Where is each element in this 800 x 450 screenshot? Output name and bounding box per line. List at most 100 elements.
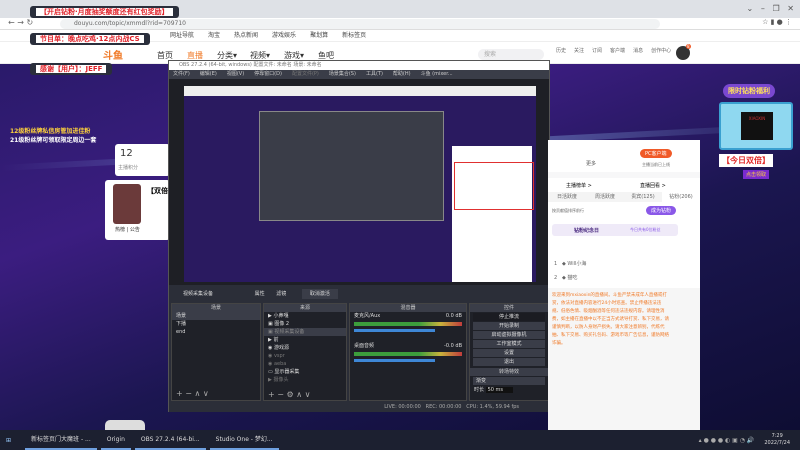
rec-time: REC: 00:00:00 <box>425 404 462 410</box>
settings-button[interactable]: 设置 <box>473 349 545 357</box>
menu-item[interactable]: 工具(T) <box>366 70 383 79</box>
source-item[interactable]: ◉ vspr <box>264 352 346 360</box>
more-button[interactable]: 更多 <box>586 160 596 167</box>
pc-client-button[interactable]: PC客户端 <box>640 149 672 158</box>
tab-weekly[interactable]: 周活跃度 <box>586 192 624 202</box>
replay-link[interactable]: 直播回看 > <box>640 182 666 189</box>
history-button[interactable]: 历史 <box>556 47 566 54</box>
score-value: 12 <box>120 148 133 159</box>
anchor-rank-link[interactable]: 主播榜单 > <box>566 182 592 189</box>
source-label: 视频采集设备 <box>274 329 305 335</box>
search-input[interactable]: 搜索 <box>478 49 544 60</box>
overlay-banner-1: 【开启钻粉·月度抽奖额度还有红包奖励】 <box>30 6 179 18</box>
studio-mode-button[interactable]: 工作室模式 <box>473 340 545 348</box>
taskbar-obs[interactable]: OBS 27.2.4 (64-bi... <box>134 430 206 450</box>
source-item[interactable]: ▶ 前 <box>264 336 346 344</box>
duration-label: 时长 <box>474 387 485 393</box>
menu-item[interactable]: 斗鱼 (mixer... <box>421 70 453 79</box>
taskbar-chrome[interactable]: 新标签页门大魔班 - ... <box>25 430 97 450</box>
bookmark[interactable]: 热点新闻 <box>234 30 258 41</box>
message-button[interactable]: 消息 <box>633 47 643 54</box>
source-label: 图像 2 <box>274 321 290 327</box>
notification-badge: 8 <box>686 44 691 49</box>
transition-select[interactable]: 渐变 <box>473 377 545 385</box>
subscribe-button[interactable]: 订阅 <box>592 47 602 54</box>
taskbar-origin[interactable]: Origin <box>100 430 131 450</box>
bookmark[interactable]: 新标签页 <box>342 30 366 41</box>
source-item[interactable]: ▣ 视频采集设备 <box>264 328 346 336</box>
clock-date: 2022/7/24 <box>764 440 790 446</box>
fan-rank: 2 <box>554 275 558 281</box>
become-fan-button[interactable]: 成为钻粉 <box>646 206 677 215</box>
follow-button[interactable]: 关注 <box>574 47 584 54</box>
menu-item[interactable]: 配置文件(P) <box>292 70 319 79</box>
properties-button[interactable]: 属性 <box>255 291 265 297</box>
window-controls[interactable]: ⌄ – ❐ ✕ <box>747 4 794 13</box>
obs-window: OBS 27.2.4 (64-bit, windows) 配置文件: 未命名 场… <box>168 60 550 412</box>
stop-streaming-button[interactable]: 停止推流 <box>473 313 545 321</box>
obs-preview[interactable] <box>169 79 549 285</box>
score-card: 12 主播积分 <box>115 144 170 176</box>
scene-item[interactable]: end <box>172 328 260 336</box>
tag: 公告 <box>129 227 140 233</box>
source-item[interactable]: ▣ 图像 2 <box>264 320 346 328</box>
url-input[interactable]: douyu.com/topic/xmmdl?rid=709710 <box>60 19 660 29</box>
menu-item[interactable]: 场景集合(S) <box>329 70 356 79</box>
clock-time: 7:29 <box>771 433 783 439</box>
tab-vip[interactable]: 贵宾(125) <box>624 192 662 202</box>
start-button[interactable]: ⊞ <box>6 437 11 444</box>
site-logo[interactable]: 斗鱼 <box>103 47 123 62</box>
mixer-channel-name: 桌面音频 <box>354 343 375 349</box>
deactivate-button[interactable]: 取消激活 <box>301 289 338 299</box>
volume-slider[interactable] <box>354 329 436 332</box>
fan-row[interactable]: 1 ◆ Will小海 <box>554 260 586 267</box>
duration-input[interactable]: 50 ms <box>485 387 514 393</box>
menu-item[interactable]: 编辑(E) <box>200 70 217 79</box>
promo-sub[interactable]: 点击领取 <box>743 170 770 179</box>
rank-hint: 按贡献值排序前行 <box>552 208 584 213</box>
source-label: 小鼻嘎 <box>273 313 289 319</box>
bookmark[interactable]: 淘宝 <box>208 30 220 41</box>
creator-center-button[interactable]: 创作中心 <box>651 47 671 54</box>
exit-button[interactable]: 退出 <box>473 358 545 366</box>
filters-button[interactable]: 滤镜 <box>276 291 286 297</box>
menu-item[interactable]: 停靠窗口(D) <box>254 70 282 79</box>
sources-dock: 来源 ▶ 小鼻嘎 ▣ 图像 2 ▣ 视频采集设备 ▶ 前 ◉ 游戏源 ◉ vsp… <box>263 303 347 401</box>
tag: 热榜 <box>115 227 126 233</box>
menu-item[interactable]: 视图(V) <box>227 70 244 79</box>
nav-buttons[interactable]: ← → ↻ <box>8 18 33 27</box>
browser-actions[interactable]: ☆ ▮ ● ⋮ <box>762 18 792 26</box>
source-item[interactable]: ◉ 游戏源 <box>264 344 346 352</box>
obs-titlebar: OBS 27.2.4 (64-bit, windows) 配置文件: 未命名 场… <box>169 61 549 70</box>
virtual-camera-button[interactable]: 启动虚拟摄像机 <box>473 331 545 339</box>
scene-item[interactable]: 场景 <box>172 312 260 320</box>
scene-controls[interactable]: + − ∧ ∨ <box>176 389 209 398</box>
source-item[interactable]: ▶ 小鼻嘎 <box>264 312 346 320</box>
taskbar-studio-one[interactable]: Studio One - 梦幻... <box>209 430 279 450</box>
menu-item[interactable]: 文件(F) <box>173 70 190 79</box>
dock-title: 转场特效 <box>470 368 548 376</box>
tab-daily[interactable]: 日活跃度 <box>548 192 586 202</box>
menu-item[interactable]: 帮助(H) <box>393 70 411 79</box>
clock[interactable]: 7:29 2022/7/24 <box>764 433 790 447</box>
source-item[interactable]: ▭ 显示器采集 <box>264 368 346 376</box>
pc-client-sub: 主播当前已上线 <box>642 162 670 167</box>
mixer-db: 0.0 dB <box>445 313 462 319</box>
start-recording-button[interactable]: 开始录制 <box>473 322 545 330</box>
promo-title: 限时钻粉福利 <box>723 84 775 98</box>
dock-title: 控件 <box>470 304 548 312</box>
scene-item[interactable]: 下播 <box>172 320 260 328</box>
source-controls[interactable]: + − ⚙ ∧ ∨ <box>268 390 310 399</box>
bookmark[interactable]: 网址导航 <box>170 30 194 41</box>
dock-title: 混音器 <box>350 304 466 312</box>
system-tray[interactable]: ▴ ● ● ● ◐ ▣ ◔ 🔊 <box>699 437 755 444</box>
volume-slider[interactable] <box>354 359 436 362</box>
source-item[interactable]: ▶ 摄像头 <box>264 376 346 384</box>
bookmark[interactable]: 游戏娱乐 <box>272 30 296 41</box>
fan-row[interactable]: 2 ◆ 猫吃 <box>554 274 577 281</box>
tab-diamond-fans[interactable]: 钻粉(206) <box>662 192 700 202</box>
client-button[interactable]: 客户端 <box>610 47 625 54</box>
source-item[interactable]: ◉ aeba <box>264 360 346 368</box>
bookmark[interactable]: 聚划算 <box>310 30 328 41</box>
mixer-db: -0.0 dB <box>444 343 462 349</box>
